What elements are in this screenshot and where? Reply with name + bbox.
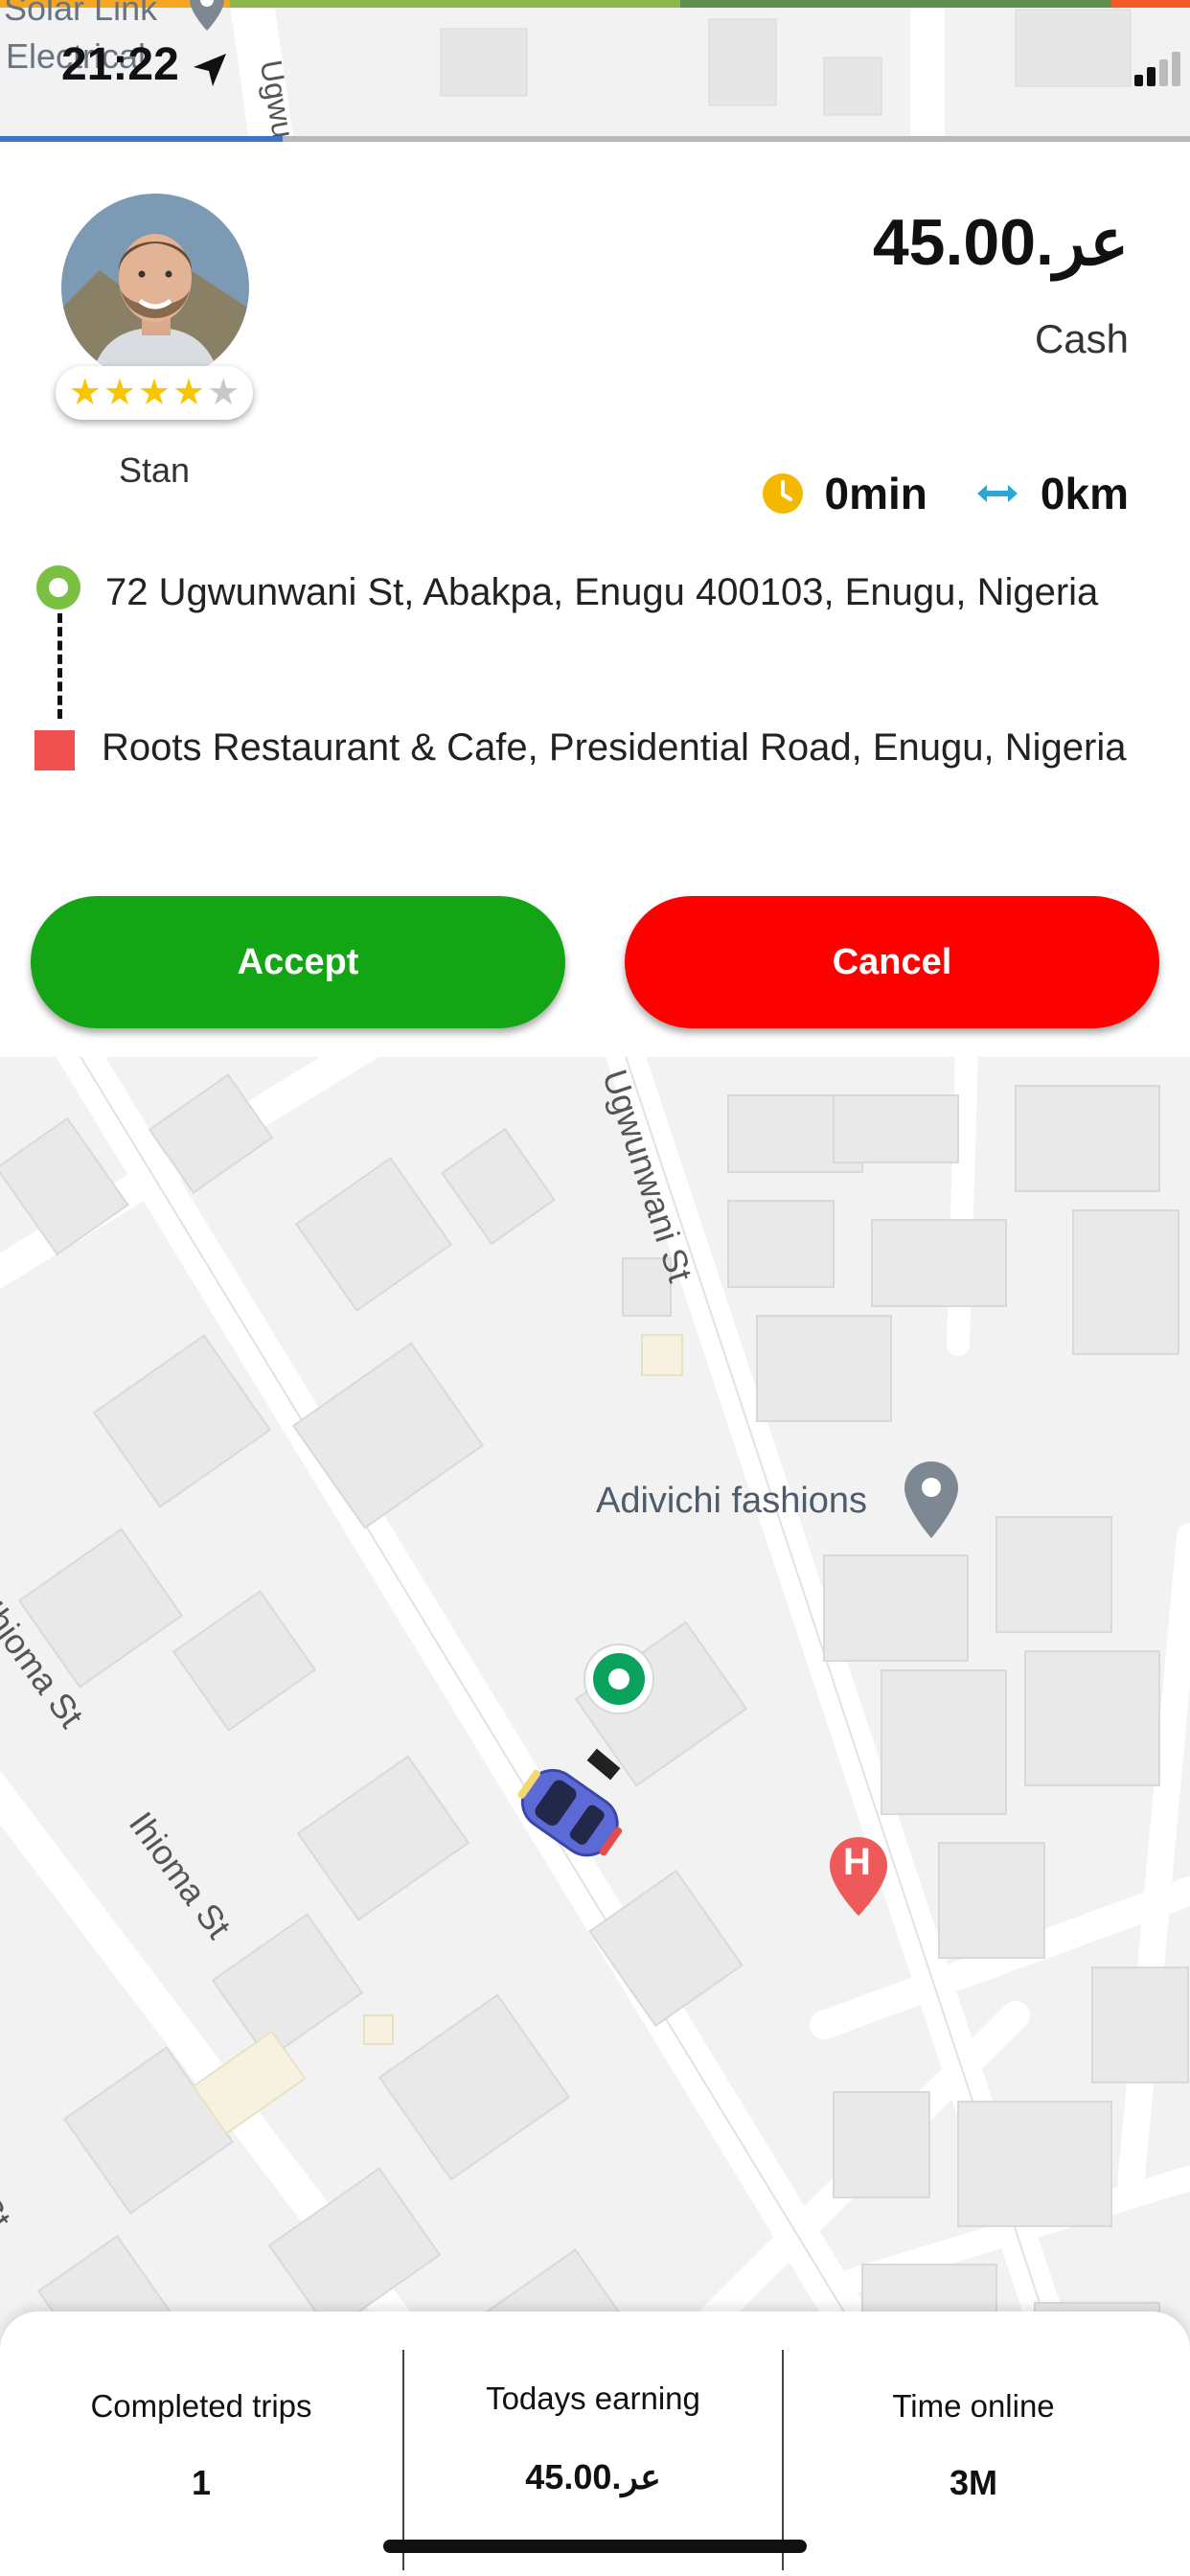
completed-trips-value: 1 bbox=[191, 2463, 212, 2502]
top-progress-bar bbox=[0, 136, 1190, 142]
poi-pin-icon[interactable] bbox=[903, 1460, 960, 1540]
todays-earning-stat: Todays earning 45.00.ﻋﺮ bbox=[404, 2312, 782, 2576]
map-view[interactable]: Ugwunwani St Ihioma St Ihioma St St Adiv… bbox=[0, 1057, 1190, 2404]
duration-value: 0min bbox=[824, 469, 927, 518]
distance-arrows-icon bbox=[976, 485, 1018, 502]
location-arrow-icon bbox=[194, 54, 226, 86]
cancel-button[interactable]: Cancel bbox=[625, 896, 1159, 1028]
route-connector bbox=[57, 613, 62, 719]
trip-metrics: 0min 0km bbox=[762, 468, 1129, 519]
clock-icon bbox=[762, 473, 803, 514]
pickup-marker-icon bbox=[36, 565, 80, 610]
rider-rating: ★ ★ ★ ★ ★ bbox=[56, 366, 253, 420]
dropoff-marker-icon bbox=[34, 730, 75, 770]
rider-avatar bbox=[61, 194, 249, 381]
top-map-strip: Solar Link Electrical Ugwunwani St 21:22 bbox=[0, 0, 1190, 142]
home-indicator[interactable] bbox=[383, 2540, 807, 2553]
duration-metric: 0min bbox=[762, 468, 927, 519]
driver-stats-panel: Completed trips 1 Todays earning 45.00.ﻋ… bbox=[0, 2312, 1190, 2576]
star-filled-icon: ★ bbox=[137, 373, 172, 413]
car-icon bbox=[517, 1748, 623, 1857]
rider-name: Stan bbox=[118, 450, 191, 490]
distance-value: 0km bbox=[1040, 469, 1129, 518]
time-online-value: 3M bbox=[949, 2463, 997, 2502]
accept-button[interactable]: Accept bbox=[31, 896, 565, 1028]
rider-photo bbox=[61, 194, 249, 381]
star-filled-icon: ★ bbox=[68, 373, 102, 413]
top-progress-fill bbox=[0, 136, 283, 142]
poi-label-adivichi[interactable]: Adivichi fashions bbox=[596, 1481, 867, 1522]
time-online-label: Time online bbox=[892, 2388, 1055, 2424]
todays-earning-label: Todays earning bbox=[486, 2380, 700, 2416]
star-empty-icon: ★ bbox=[207, 373, 240, 413]
dropoff-address: Roots Restaurant & Cafe, Presidential Ro… bbox=[102, 726, 1127, 769]
map-label-solar: Solar Link bbox=[4, 0, 158, 28]
map-base bbox=[0, 1057, 1190, 2404]
distance-metric: 0km bbox=[975, 468, 1129, 519]
driver-location-marker-icon bbox=[584, 1644, 654, 1714]
cellular-signal-icon bbox=[1134, 52, 1180, 86]
top-color-strip bbox=[0, 0, 1190, 8]
time-online-stat: Time online 3M bbox=[784, 2312, 1163, 2576]
todays-earning-value: 45.00.ﻋﺮ bbox=[525, 2457, 661, 2496]
map-pin-icon bbox=[190, 0, 224, 31]
star-filled-icon: ★ bbox=[103, 373, 136, 413]
payment-method: Cash bbox=[1034, 316, 1129, 361]
pickup-address: 72 Ugwunwani St, Abakpa, Enugu 400103, E… bbox=[105, 571, 1099, 613]
completed-trips-label: Completed trips bbox=[90, 2388, 312, 2424]
status-time: 21:22 bbox=[61, 39, 179, 90]
fare-amount: 45.00.ﻋﺮ bbox=[872, 206, 1129, 279]
star-filled-icon: ★ bbox=[172, 373, 206, 413]
completed-trips-stat: Completed trips 1 bbox=[0, 2312, 402, 2576]
hospital-marker-label: H bbox=[843, 1841, 871, 1883]
system-status-icons bbox=[1134, 52, 1180, 86]
